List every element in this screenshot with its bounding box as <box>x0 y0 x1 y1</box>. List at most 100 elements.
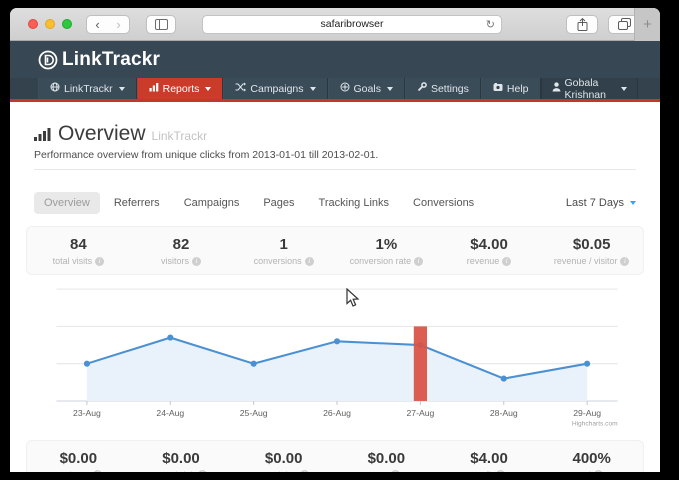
user-name: Gobala Krishnan <box>565 77 615 101</box>
stat-label: visitors <box>161 256 189 266</box>
chevron-down-icon <box>387 87 393 91</box>
forward-button[interactable]: › <box>108 16 129 33</box>
history-nav-group: ‹ › <box>86 15 130 34</box>
shuffle-icon <box>235 82 246 95</box>
zoom-window-button[interactable] <box>62 19 72 29</box>
data-point-24-Aug <box>167 335 173 341</box>
info-icon[interactable]: i <box>496 470 505 472</box>
info-icon[interactable]: i <box>594 470 603 472</box>
close-window-button[interactable] <box>28 19 38 29</box>
chart-panel: 23-Aug24-Aug25-Aug26-Aug27-Aug28-Aug29-A… <box>30 281 640 436</box>
stat-value: $0.00 <box>130 450 233 467</box>
stat-cost-visit: $0.00 cost / visiti <box>130 450 233 472</box>
tab-campaigns[interactable]: Campaigns <box>174 192 250 214</box>
nav-item-campaigns[interactable]: Campaigns <box>223 78 327 99</box>
chevron-down-icon <box>310 87 316 91</box>
window-controls <box>28 19 72 29</box>
target-icon <box>340 82 350 95</box>
user-menu[interactable]: Gobala Krishnan <box>541 78 638 99</box>
stat-revenue-visitor: $0.05 revenue / visitori <box>540 236 643 266</box>
sidebar-icon <box>155 19 168 30</box>
chart-credit: Highcharts.com <box>572 420 618 427</box>
nav-item-reports[interactable]: Reports <box>137 78 224 99</box>
stat-roi: 400% roii <box>540 450 643 472</box>
info-icon[interactable]: i <box>620 257 629 266</box>
reload-icon[interactable]: ↻ <box>486 18 495 31</box>
new-tab-button[interactable]: + <box>634 8 660 41</box>
sidebar-toggle-button[interactable] <box>146 15 176 34</box>
date-range-dropdown[interactable]: Last 7 Days <box>566 197 636 209</box>
info-icon[interactable]: i <box>93 470 102 472</box>
stat-profit: $4.00 profiti <box>438 450 541 472</box>
page-subtitle: Performance overview from unique clicks … <box>34 149 636 161</box>
tab-tracking-links[interactable]: Tracking Links <box>309 192 400 214</box>
nav-item-goals[interactable]: Goals <box>328 78 405 99</box>
linktrackr-logo-icon <box>38 50 58 70</box>
x-axis-label: 29-Aug <box>573 408 601 418</box>
stat-value: 82 <box>130 236 233 253</box>
nav-menu-row: LinkTrackr Reports Campaigns Goals Setti… <box>10 78 660 99</box>
chevron-down-icon <box>119 87 125 91</box>
stat-value: 84 <box>27 236 130 253</box>
brand-row: LinkTrackr <box>10 41 660 78</box>
minimize-window-button[interactable] <box>45 19 55 29</box>
stat-value: $4.00 <box>438 236 541 253</box>
stat-label: cpa <box>373 470 388 472</box>
nav-menu: LinkTrackr Reports Campaigns Goals Setti… <box>38 78 541 99</box>
stat-value: $0.00 <box>335 450 438 467</box>
bar-chart-title-icon <box>34 127 52 142</box>
browser-window: ‹ › safaribrowser ↻ <box>10 8 660 472</box>
stat-total-visits: 84 total visitsi <box>27 236 130 266</box>
stat-revenue: $4.00 revenuei <box>438 236 541 266</box>
stat-cost-day: $0.00 cost / dayi <box>232 450 335 472</box>
divider <box>34 169 636 170</box>
stat-value: $4.00 <box>438 450 541 467</box>
info-icon[interactable]: i <box>300 470 309 472</box>
overview-chart[interactable]: 23-Aug24-Aug25-Aug26-Aug27-Aug28-Aug29-A… <box>30 281 640 436</box>
data-point-26-Aug <box>334 338 340 344</box>
address-bar[interactable]: safaribrowser ↻ <box>202 15 502 34</box>
highlight-bar <box>414 326 427 401</box>
share-button[interactable] <box>566 15 598 34</box>
x-axis-label: 25-Aug <box>240 408 268 418</box>
user-icon <box>552 82 561 95</box>
browser-toolbar: ‹ › safaribrowser ↻ <box>10 8 660 41</box>
stat-label: total cost <box>54 470 90 472</box>
brand-name[interactable]: LinkTrackr <box>62 49 160 71</box>
series-area <box>87 338 587 401</box>
stat-cpa: $0.00 cpai <box>335 450 438 472</box>
tab-pages[interactable]: Pages <box>253 192 304 214</box>
tabs-row: OverviewReferrersCampaignsPagesTracking … <box>10 180 660 224</box>
tab-conversions[interactable]: Conversions <box>403 192 484 214</box>
info-icon[interactable]: i <box>95 257 104 266</box>
back-button[interactable]: ‹ <box>87 16 108 33</box>
info-icon[interactable]: i <box>305 257 314 266</box>
stat-label: conversions <box>254 256 302 266</box>
stat-visitors: 82 visitorsi <box>130 236 233 266</box>
info-icon[interactable]: i <box>502 257 511 266</box>
stat-label: profit <box>473 470 493 472</box>
page-header: Overview LinkTrackr Performance overview… <box>10 102 660 180</box>
url-text: safaribrowser <box>320 18 383 30</box>
stat-conversions: 1 conversionsi <box>232 236 335 266</box>
info-icon[interactable]: i <box>414 257 423 266</box>
share-icon <box>577 18 588 31</box>
stat-label: revenue / visitor <box>554 256 618 266</box>
nav-item-help[interactable]: Help <box>481 78 541 99</box>
plus-icon: + <box>643 16 652 33</box>
tab-overview[interactable]: Overview <box>34 192 100 214</box>
stat-value: $0.00 <box>27 450 130 467</box>
stat-total-cost: $0.00 total costi <box>27 450 130 472</box>
info-icon[interactable]: i <box>391 470 400 472</box>
info-icon[interactable]: i <box>198 470 207 472</box>
nav-item-linktrackr[interactable]: LinkTrackr <box>38 78 137 99</box>
page-content: Overview LinkTrackr Performance overview… <box>10 102 660 472</box>
stat-value: 1% <box>335 236 438 253</box>
tab-referrers[interactable]: Referrers <box>104 192 170 214</box>
date-range-label: Last 7 Days <box>566 197 624 209</box>
help-icon <box>493 83 503 95</box>
nav-item-settings[interactable]: Settings <box>405 78 481 99</box>
info-icon[interactable]: i <box>192 257 201 266</box>
chevron-down-icon <box>205 87 211 91</box>
x-axis-label: 27-Aug <box>406 408 434 418</box>
